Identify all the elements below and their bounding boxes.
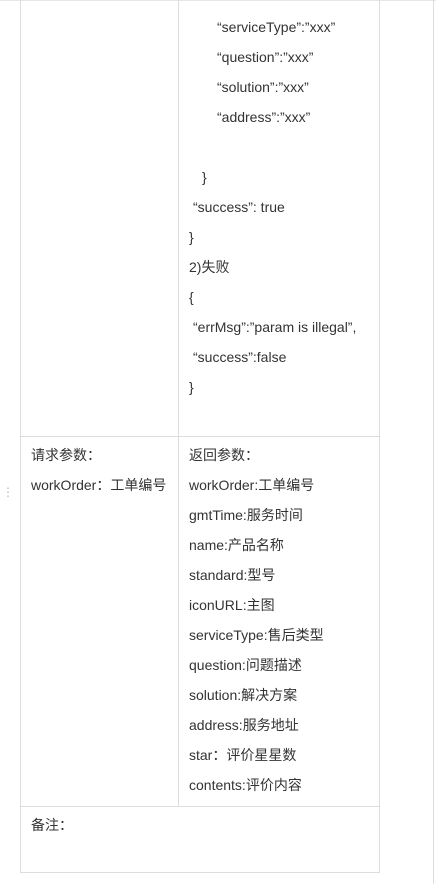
return-param-item: gmtTime:服务时间 bbox=[189, 507, 303, 523]
response-example-cell: “serviceType”:”xxx” “question”:”xxx” “so… bbox=[178, 0, 380, 437]
json-line: } bbox=[202, 169, 207, 185]
empty-left-cell bbox=[20, 0, 179, 437]
remarks-label: 备注： bbox=[31, 817, 73, 833]
return-param-item: standard:型号 bbox=[189, 567, 276, 583]
page-edge bbox=[433, 0, 434, 884]
vertical-dots-icon[interactable]: ⋮ bbox=[2, 486, 14, 498]
json-line: { bbox=[189, 289, 194, 305]
return-param-item: contents:评价内容 bbox=[189, 777, 302, 793]
json-line: } bbox=[189, 229, 194, 245]
return-params-title: 返回参数： bbox=[189, 447, 259, 463]
remarks-cell[interactable]: 备注： bbox=[20, 806, 380, 873]
api-doc-table: “serviceType”:”xxx” “question”:”xxx” “so… bbox=[20, 0, 380, 873]
json-line: “address”:”xxx” bbox=[217, 109, 311, 125]
remarks-row: 备注： bbox=[20, 806, 380, 873]
return-param-item: address:服务地址 bbox=[189, 717, 299, 733]
return-param-item: workOrder:工单编号 bbox=[189, 477, 315, 493]
json-line: “errMsg”:”param is illegal”, bbox=[193, 319, 357, 335]
json-line: “success”: true bbox=[193, 199, 285, 215]
return-param-item: question:问题描述 bbox=[189, 657, 302, 673]
request-param-item: workOrder：工单编号 bbox=[31, 477, 167, 493]
return-param-item: solution:解决方案 bbox=[189, 687, 298, 703]
return-params-cell: 返回参数： workOrder:工单编号 gmtTime:服务时间 name:产… bbox=[178, 436, 380, 807]
json-line: } bbox=[189, 379, 194, 395]
return-param-item: name:产品名称 bbox=[189, 537, 284, 553]
json-line: “solution”:”xxx” bbox=[217, 79, 309, 95]
json-line: “question”:”xxx” bbox=[217, 49, 314, 65]
return-param-item: serviceType:售后类型 bbox=[189, 627, 324, 643]
request-params-cell: 请求参数： workOrder：工单编号 bbox=[20, 436, 179, 807]
failure-heading: 2)失败 bbox=[189, 259, 230, 275]
params-row: 请求参数： workOrder：工单编号 返回参数： workOrder:工单编… bbox=[20, 436, 380, 807]
json-line: “serviceType”:”xxx” bbox=[217, 19, 336, 35]
json-line: “success”:false bbox=[193, 349, 287, 365]
return-param-item: star：评价星星数 bbox=[189, 747, 297, 763]
response-example-row: “serviceType”:”xxx” “question”:”xxx” “so… bbox=[20, 0, 380, 437]
return-param-item: iconURL:主图 bbox=[189, 597, 275, 613]
request-params-title: 请求参数： bbox=[31, 447, 101, 463]
